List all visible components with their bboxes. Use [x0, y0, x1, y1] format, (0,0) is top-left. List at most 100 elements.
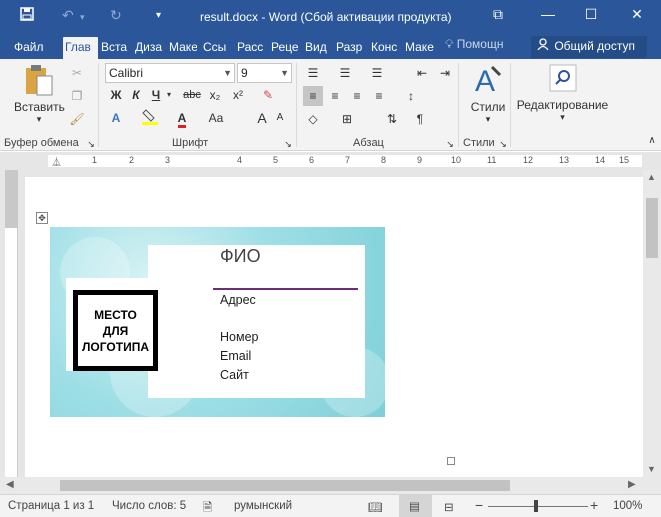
align-left-icon[interactable]: ≡ — [303, 86, 323, 106]
superscript-button[interactable]: x² — [228, 85, 248, 105]
font-name-combo[interactable]: Calibri ▼ — [105, 63, 235, 83]
sort-icon[interactable]: ⇅ — [382, 109, 402, 129]
line-spacing-icon[interactable]: ↕ — [401, 86, 421, 106]
subscript-button[interactable]: x₂ — [205, 85, 225, 105]
align-right-icon[interactable]: ≡ — [347, 86, 367, 106]
clear-formatting-icon[interactable]: ✎ — [258, 85, 278, 105]
scroll-up-icon[interactable]: ▲ — [647, 172, 656, 182]
justify-icon[interactable]: ≡ — [369, 86, 389, 106]
zoom-slider-thumb[interactable] — [534, 500, 538, 512]
zoom-out-button[interactable]: − — [475, 497, 483, 513]
separator — [510, 63, 511, 147]
proofing-icon[interactable]: 🗎︎ — [203, 500, 212, 517]
scroll-right-icon[interactable]: ▶ — [628, 479, 636, 490]
redo-icon[interactable]: ↻ — [110, 7, 122, 24]
table-resize-handle[interactable] — [447, 457, 455, 465]
show-marks-button[interactable]: ¶ — [410, 109, 430, 129]
card-phone[interactable]: Номер — [220, 330, 258, 344]
numbering-icon[interactable]: ☰ — [335, 63, 355, 83]
word-count[interactable]: Число слов: 5 — [112, 500, 186, 512]
card-name[interactable]: ФИО — [220, 246, 261, 267]
increase-indent-icon[interactable]: ⇥ — [435, 63, 455, 83]
styles-launcher-icon[interactable]: ↘ — [498, 134, 508, 154]
text-effects-icon[interactable]: A — [106, 108, 126, 128]
format-painter-icon[interactable]: 🖌︎ — [67, 109, 87, 129]
tab-insert[interactable]: Вста — [99, 37, 129, 59]
change-case-button[interactable]: Aa — [206, 108, 226, 128]
tab-developer[interactable]: Разр — [334, 37, 365, 59]
save-icon[interactable] — [20, 7, 34, 24]
vertical-ruler[interactable] — [5, 170, 18, 477]
zoom-slider[interactable] — [488, 506, 588, 507]
tab-design[interactable]: Диза — [133, 37, 163, 59]
card-address[interactable]: Адрес — [220, 293, 256, 307]
undo-icon[interactable]: ↶ — [62, 7, 74, 24]
bullets-icon[interactable]: ☰ — [303, 63, 323, 83]
paragraph-launcher-icon[interactable]: ↘ — [445, 134, 455, 154]
borders-icon[interactable]: ⊞ — [337, 109, 357, 129]
page-count[interactable]: Страница 1 из 1 — [8, 500, 94, 512]
logo-placeholder[interactable]: МЕСТО ДЛЯ ЛОГОТИПА — [73, 290, 158, 371]
clipboard-launcher-icon[interactable]: ↘ — [86, 134, 96, 154]
tab-view[interactable]: Вид — [303, 37, 331, 59]
ribbon-display-options-icon[interactable]: ⧉ — [487, 6, 509, 26]
cut-icon[interactable]: ✂ — [67, 63, 87, 83]
zoom-in-button[interactable]: + — [590, 497, 598, 513]
ruler-number: 10 — [451, 155, 462, 165]
tell-me-box[interactable]: 💡︎ Помощн — [445, 37, 503, 52]
tab-review[interactable]: Реце — [269, 37, 299, 59]
collapse-ribbon-icon[interactable]: ∧ — [646, 131, 658, 151]
highlight-icon[interactable] — [140, 108, 160, 128]
font-color-icon[interactable]: A — [172, 108, 192, 128]
styles-button[interactable]: A Стили ▾ — [466, 63, 510, 125]
multilevel-list-icon[interactable]: ☰ — [367, 63, 387, 83]
ruler-number: 12 — [523, 155, 534, 165]
web-layout-icon[interactable]: ⊟ — [444, 500, 454, 514]
scroll-down-icon[interactable]: ▼ — [647, 464, 656, 474]
grow-font-button[interactable]: A — [252, 108, 272, 128]
share-button[interactable]: Общий доступ — [531, 36, 647, 58]
ruler-indent-marker[interactable]: ⏅ — [52, 155, 61, 168]
bold-button[interactable]: Ж — [106, 85, 126, 105]
tab-references[interactable]: Ссы — [201, 37, 231, 59]
tab-constructor[interactable]: Конс — [369, 37, 400, 59]
tab-mailings[interactable]: Расс — [235, 37, 265, 59]
close-button[interactable]: ✕ — [626, 6, 648, 26]
tab-file[interactable]: Файл — [12, 37, 46, 59]
font-size-combo[interactable]: 9 ▼ — [237, 63, 292, 83]
card-email[interactable]: Email — [220, 349, 251, 363]
print-layout-view-button[interactable]: ▤ — [399, 495, 432, 517]
underline-dropdown-icon[interactable]: ▾ — [164, 85, 174, 105]
minimize-button[interactable]: — — [537, 6, 559, 26]
card-site[interactable]: Сайт — [220, 368, 249, 382]
vertical-scrollbar[interactable]: ▲ ▼ — [643, 170, 661, 477]
tab-home[interactable]: Глав — [63, 37, 98, 59]
person-icon — [537, 36, 551, 56]
horizontal-scroll-thumb[interactable] — [60, 480, 510, 491]
language-indicator[interactable]: румынский — [234, 500, 292, 512]
editing-button[interactable]: Редактирование ▾ — [515, 63, 610, 123]
maximize-button[interactable]: ☐ — [580, 6, 602, 26]
table-move-handle-icon[interactable]: ✥ — [36, 212, 48, 224]
font-launcher-icon[interactable]: ↘ — [283, 134, 293, 154]
card-info-panel — [148, 245, 365, 398]
decrease-indent-icon[interactable]: ⇤ — [412, 63, 432, 83]
copy-icon[interactable]: ❐ — [67, 86, 87, 106]
underline-button[interactable]: Ч — [146, 85, 166, 105]
horizontal-scrollbar[interactable]: ◀ ▶ — [0, 477, 661, 494]
strikethrough-button[interactable]: abc — [180, 85, 204, 105]
italic-button[interactable]: К — [126, 85, 146, 105]
shading-icon[interactable]: ◇ — [303, 109, 323, 129]
read-mode-icon[interactable]: 📖︎ — [368, 500, 383, 514]
vertical-scroll-thumb[interactable] — [646, 198, 658, 258]
customize-qat-icon[interactable]: ▾ — [156, 10, 161, 21]
shrink-font-button[interactable]: A — [270, 108, 290, 128]
horizontal-ruler[interactable]: ⏅ 1 2 3 4 5 6 7 8 9 10 11 12 13 14 15 — [0, 152, 661, 170]
undo-dropdown-icon[interactable]: ▾ — [80, 12, 85, 23]
tab-table-layout[interactable]: Маке — [403, 37, 434, 59]
paste-button[interactable]: Вставить ▾ — [14, 63, 65, 125]
zoom-level[interactable]: 100% — [613, 500, 642, 512]
align-center-icon[interactable]: ≡ — [325, 86, 345, 106]
scroll-left-icon[interactable]: ◀ — [6, 479, 14, 490]
tab-layout[interactable]: Маке — [167, 37, 197, 59]
